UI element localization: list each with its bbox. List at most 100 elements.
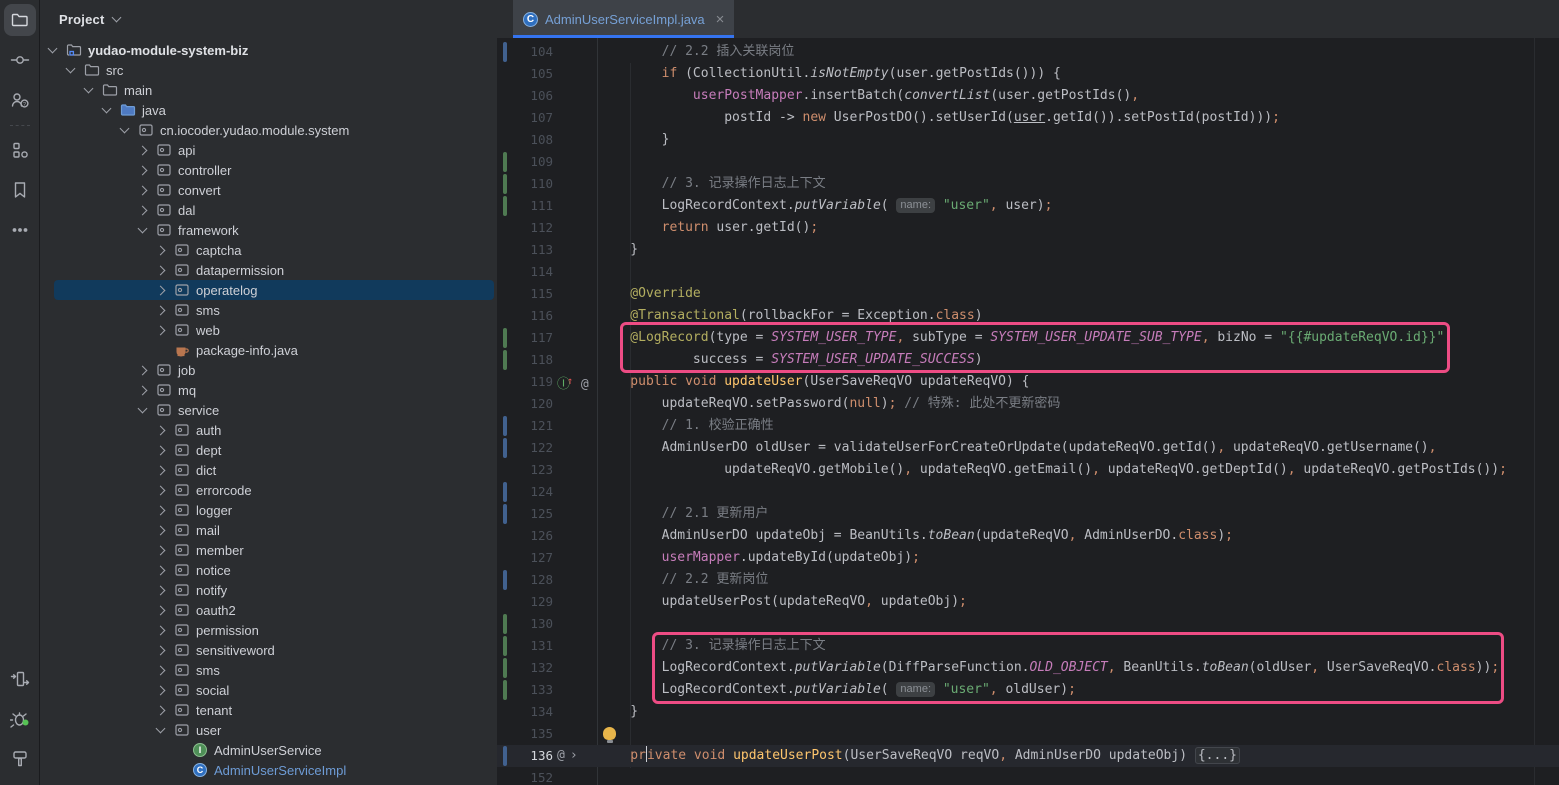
tree-item-package-info-java[interactable]: package-info.java (41, 340, 497, 360)
chevron-right-icon[interactable] (153, 247, 167, 254)
line-number[interactable]: 112 (497, 217, 553, 239)
chevron-right-icon[interactable] (153, 447, 167, 454)
line-number[interactable]: 130 (497, 613, 553, 635)
tree-item-job[interactable]: job (41, 360, 497, 380)
line-number[interactable]: 126 (497, 525, 553, 547)
tree-item-api[interactable]: api (41, 140, 497, 160)
line-number[interactable]: 107 (497, 107, 553, 129)
code-line-119[interactable]: 119Ⓘ↑ @ public void updateUser(UserSaveR… (497, 371, 1559, 393)
code-line-108[interactable]: 108 } (497, 129, 1559, 151)
chevron-right-icon[interactable] (135, 207, 149, 214)
chevron-right-icon[interactable] (135, 147, 149, 154)
code-line-136[interactable]: 136@› private void updateUserPost(UserSa… (497, 745, 1559, 767)
chevron-right-icon[interactable] (153, 667, 167, 674)
code-line-106[interactable]: 106 userPostMapper.insertBatch(convertLi… (497, 85, 1559, 107)
tree-item-permission[interactable]: permission (41, 620, 497, 640)
tree-item-sensitiveword[interactable]: sensitiveword (41, 640, 497, 660)
code-line-105[interactable]: 105 if (CollectionUtil.isNotEmpty(user.g… (497, 63, 1559, 85)
code-line-134[interactable]: 134 } (497, 701, 1559, 723)
tree-item-mq[interactable]: mq (41, 380, 497, 400)
tree-item-dal[interactable]: dal (41, 200, 497, 220)
line-number[interactable]: 152 (497, 767, 553, 785)
debug-icon[interactable] (4, 703, 36, 735)
chevron-right-icon[interactable] (153, 287, 167, 294)
tree-item-auth[interactable]: auth (41, 420, 497, 440)
line-number[interactable]: 116 (497, 305, 553, 327)
tree-item-adminuserserviceimpl[interactable]: CAdminUserServiceImpl (41, 760, 497, 780)
chevron-right-icon[interactable] (153, 527, 167, 534)
tree-item-notice[interactable]: notice (41, 560, 497, 580)
tree-item-tenant[interactable]: tenant (41, 700, 497, 720)
tree-item-oauth2[interactable]: oauth2 (41, 600, 497, 620)
tree-item-sms[interactable]: sms (41, 660, 497, 680)
tree-item-notify[interactable]: notify (41, 580, 497, 600)
line-number[interactable]: 113 (497, 239, 553, 261)
chevron-down-icon[interactable] (81, 88, 95, 92)
chevron-down-icon[interactable] (99, 108, 113, 112)
chevron-right-icon[interactable] (153, 267, 167, 274)
chevron-down-icon[interactable] (117, 128, 131, 132)
code-line-104[interactable]: 104 // 2.2 插入关联岗位 (497, 41, 1559, 63)
code-line-113[interactable]: 113 } (497, 239, 1559, 261)
line-number[interactable]: 133 (497, 679, 553, 701)
chevron-right-icon[interactable] (135, 187, 149, 194)
line-number[interactable]: 122 (497, 437, 553, 459)
tree-item-user[interactable]: user (41, 720, 497, 740)
line-number[interactable]: 121 (497, 415, 553, 437)
line-number[interactable]: 106 (497, 85, 553, 107)
line-number[interactable]: 119 (497, 371, 553, 393)
line-number[interactable]: 104 (497, 41, 553, 63)
tree-item-operatelog[interactable]: operatelog (41, 280, 497, 300)
chevron-right-icon[interactable] (135, 387, 149, 394)
code-line-124[interactable]: 124 (497, 481, 1559, 503)
line-number[interactable]: 118 (497, 349, 553, 371)
tree-item-web[interactable]: web (41, 320, 497, 340)
code-line-126[interactable]: 126 AdminUserDO updateObj = BeanUtils.to… (497, 525, 1559, 547)
tree-item-adminuserservice[interactable]: IAdminUserService (41, 740, 497, 760)
chevron-right-icon[interactable] (153, 547, 167, 554)
build-icon[interactable] (4, 743, 36, 775)
chevron-down-icon[interactable] (112, 13, 122, 23)
project-panel-header[interactable]: Project (41, 0, 497, 38)
line-number[interactable]: 111 (497, 195, 553, 217)
tree-item-social[interactable]: social (41, 680, 497, 700)
code-line-111[interactable]: 111 LogRecordContext.putVariable( name: … (497, 195, 1559, 217)
line-number[interactable]: 120 (497, 393, 553, 415)
chevron-right-icon[interactable] (153, 327, 167, 334)
line-number[interactable]: 123 (497, 459, 553, 481)
line-number[interactable]: 117 (497, 327, 553, 349)
code-line-125[interactable]: 125 // 2.1 更新用户 (497, 503, 1559, 525)
chevron-down-icon[interactable] (45, 48, 59, 52)
tree-item-convert[interactable]: convert (41, 180, 497, 200)
tree-item-errorcode[interactable]: errorcode (41, 480, 497, 500)
tree-item-logger[interactable]: logger (41, 500, 497, 520)
line-number[interactable]: 114 (497, 261, 553, 283)
tree-item-service[interactable]: service (41, 400, 497, 420)
line-number[interactable]: 115 (497, 283, 553, 305)
annotation-fold-icons[interactable]: @› (557, 745, 597, 767)
tree-item-yudao-module-system-biz[interactable]: yudao-module-system-biz (41, 40, 497, 60)
chevron-right-icon[interactable] (153, 467, 167, 474)
line-number[interactable]: 110 (497, 173, 553, 195)
line-number[interactable]: 132 (497, 657, 553, 679)
chevron-right-icon[interactable] (153, 487, 167, 494)
line-number[interactable]: 134 (497, 701, 553, 723)
tree-item-controller[interactable]: controller (41, 160, 497, 180)
chevron-right-icon[interactable] (153, 567, 167, 574)
code-line-127[interactable]: 127 userMapper.updateById(updateObj); (497, 547, 1559, 569)
more-icon[interactable] (4, 214, 36, 246)
line-number[interactable]: 127 (497, 547, 553, 569)
line-number[interactable]: 125 (497, 503, 553, 525)
services-icon[interactable] (4, 663, 36, 695)
code-line-115[interactable]: 115 @Override (497, 283, 1559, 305)
chevron-right-icon[interactable] (153, 427, 167, 434)
chevron-down-icon[interactable] (153, 728, 167, 732)
structure-icon[interactable] (4, 134, 36, 166)
tab-adminuserserviceimpl[interactable]: C AdminUserServiceImpl.java × (513, 0, 734, 38)
line-number[interactable]: 124 (497, 481, 553, 503)
line-number[interactable]: 136 (497, 745, 553, 767)
code-line-128[interactable]: 128 // 2.2 更新岗位 (497, 569, 1559, 591)
code-line-135[interactable]: 135 (497, 723, 1559, 745)
line-number[interactable]: 131 (497, 635, 553, 657)
chevron-down-icon[interactable] (135, 408, 149, 412)
